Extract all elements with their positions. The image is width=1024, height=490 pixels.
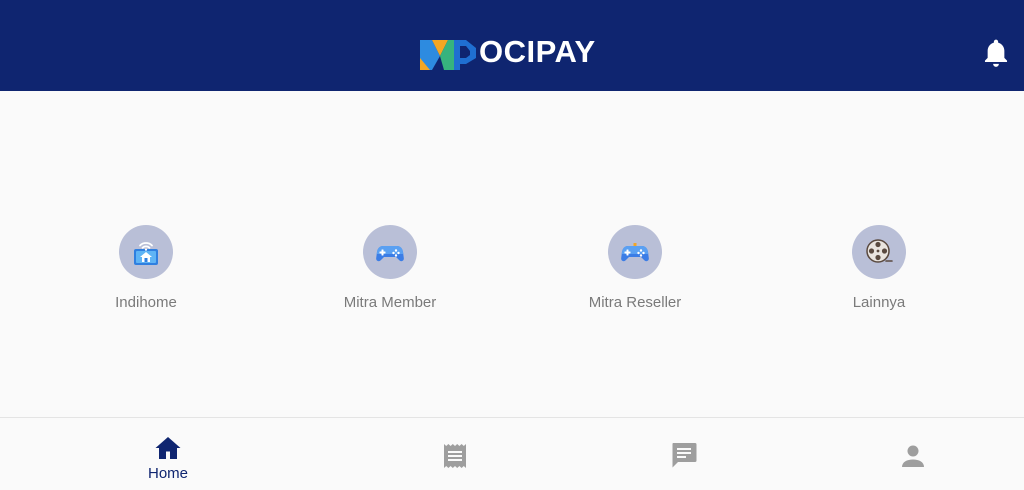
- brand-name: OCIPAY: [479, 34, 596, 69]
- menu-item-label: Indihome: [115, 294, 177, 311]
- home-icon: [155, 437, 181, 459]
- film-reel-icon: [866, 239, 893, 263]
- receipt-icon: [444, 444, 466, 468]
- bottom-navigation: Home: [0, 417, 1024, 490]
- menu-icon-circle: [363, 225, 417, 279]
- menu-item-label: Mitra Reseller: [588, 294, 682, 311]
- chat-icon: [672, 443, 697, 468]
- gamepad-icon: [376, 246, 404, 262]
- brand-logo: OCIPAY: [418, 32, 596, 72]
- menu-item-label: Mitra Member: [343, 294, 437, 311]
- wifi-house-icon: [134, 242, 158, 265]
- menu-item-mitra-reseller[interactable]: Mitra Reseller: [545, 225, 725, 312]
- menu-item-indihome[interactable]: Indihome: [56, 225, 236, 312]
- menu-icon-circle: [119, 225, 173, 279]
- top-app-bar: OCIPAY: [0, 0, 1024, 91]
- menu-icon-circle: [608, 225, 662, 279]
- nav-item-home[interactable]: Home: [108, 418, 228, 490]
- nav-item-label: Home: [147, 465, 188, 482]
- logo-mark-icon: [420, 40, 476, 70]
- nav-item-transactions[interactable]: [395, 418, 515, 490]
- menu-item-label: Lainnya: [852, 294, 906, 311]
- bell-icon[interactable]: [983, 38, 1009, 68]
- menu-item-lainnya[interactable]: Lainnya: [789, 225, 969, 312]
- nav-item-messages[interactable]: [624, 418, 744, 490]
- menu-icon-circle: [852, 225, 906, 279]
- product-menu: Indihome Mitra Member Mitra Reseller Lai…: [0, 225, 1024, 325]
- app-root: OCIPAY Indihome Mitra Member Mitra Resel…: [0, 0, 1024, 490]
- person-icon: [902, 445, 924, 467]
- nav-item-profile[interactable]: [853, 418, 973, 490]
- menu-item-mitra-member[interactable]: Mitra Member: [300, 225, 480, 312]
- gamepad-icon: [621, 243, 649, 262]
